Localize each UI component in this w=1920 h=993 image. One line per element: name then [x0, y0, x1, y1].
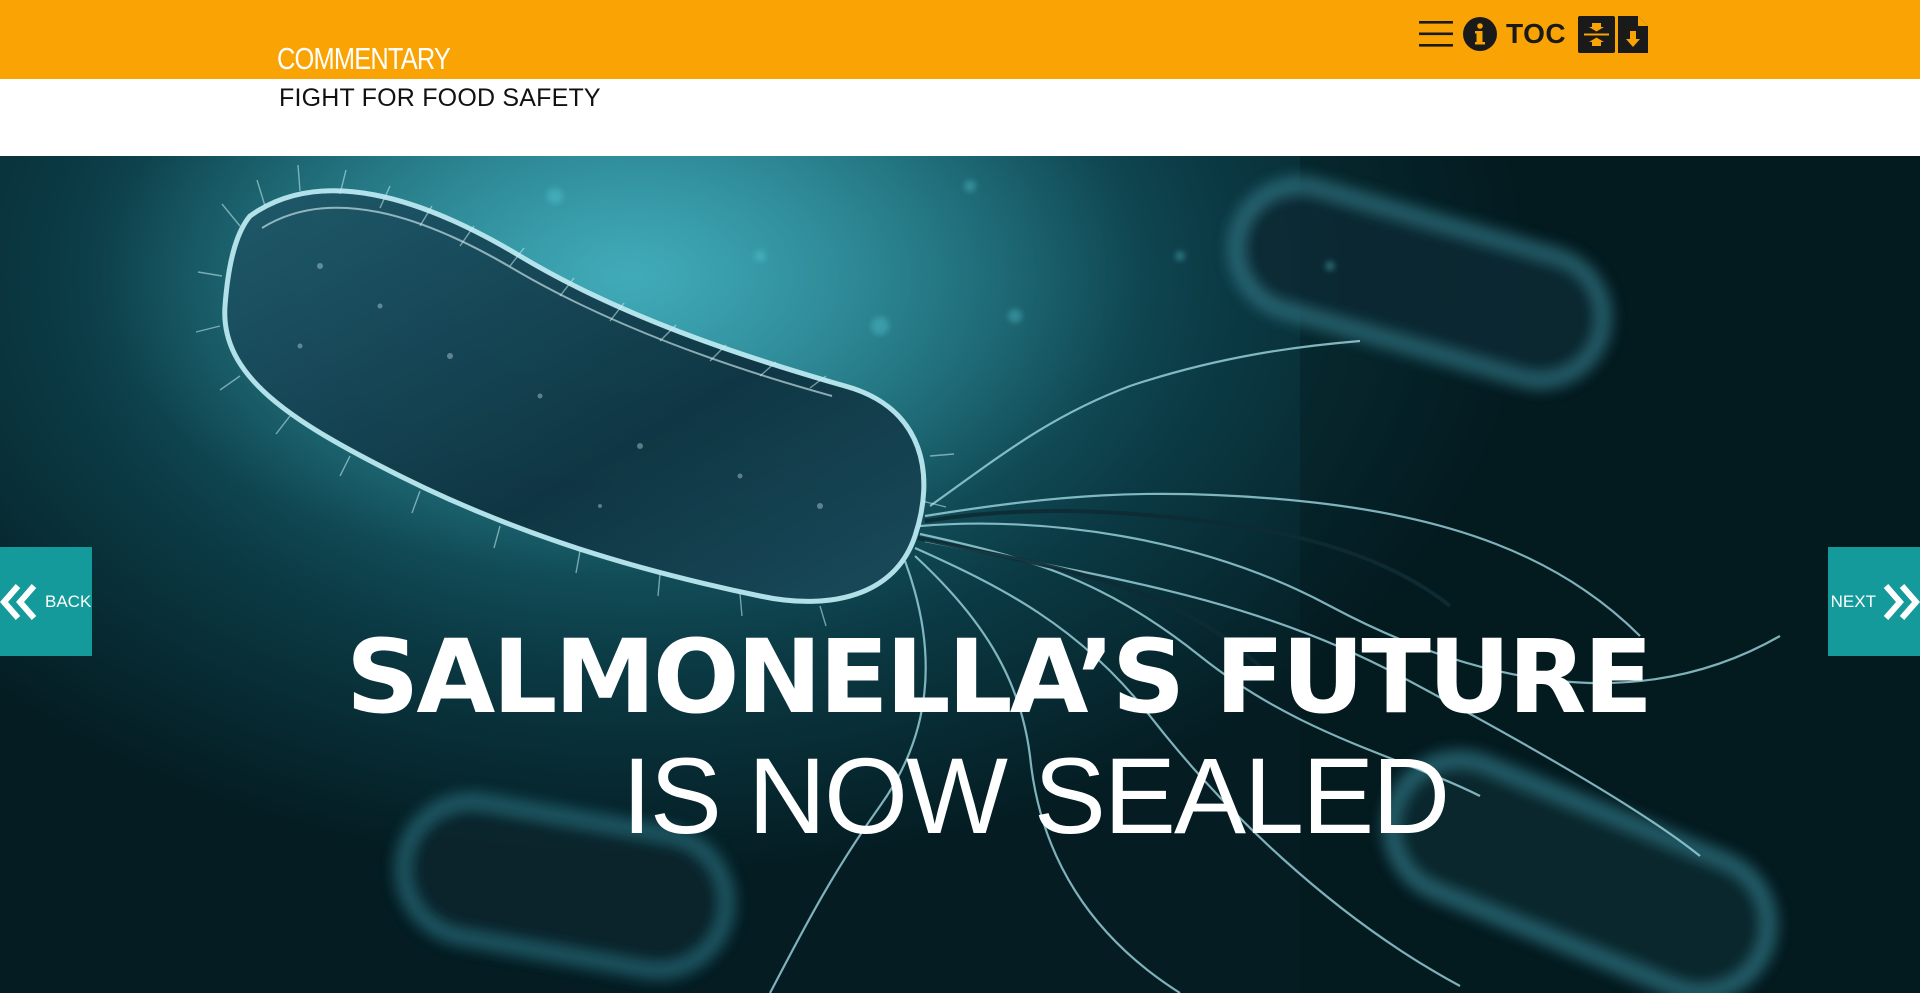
section-label: COMMENTARY	[277, 41, 451, 76]
next-label: NEXT	[1830, 591, 1876, 611]
toc-link[interactable]: TOC	[1506, 18, 1566, 50]
double-chevron-right-icon	[1882, 582, 1920, 622]
top-bar: COMMENTARY TOC	[0, 0, 1920, 79]
double-chevron-left-icon	[0, 582, 38, 622]
hero-image: SALMONELLA’S FUTURE IS NOW SEALED	[0, 156, 1920, 993]
menu-icon[interactable]	[1418, 16, 1454, 52]
toolbar: TOC	[1418, 15, 1649, 53]
info-icon[interactable]	[1462, 16, 1498, 52]
headline-line-1: SALMONELLA’S FUTURE	[345, 618, 1653, 737]
bacteria-illustration	[100, 156, 1920, 993]
back-button[interactable]: BACK	[0, 547, 92, 656]
next-button[interactable]: NEXT	[1828, 547, 1920, 656]
headline-line-2: IS NOW SEALED	[621, 735, 1450, 856]
pdf-download-icon[interactable]	[1618, 15, 1649, 53]
fit-page-icon[interactable]	[1578, 15, 1616, 53]
article-kicker: FIGHT FOR FOOD SAFETY	[279, 84, 601, 112]
back-label: BACK	[45, 591, 92, 611]
